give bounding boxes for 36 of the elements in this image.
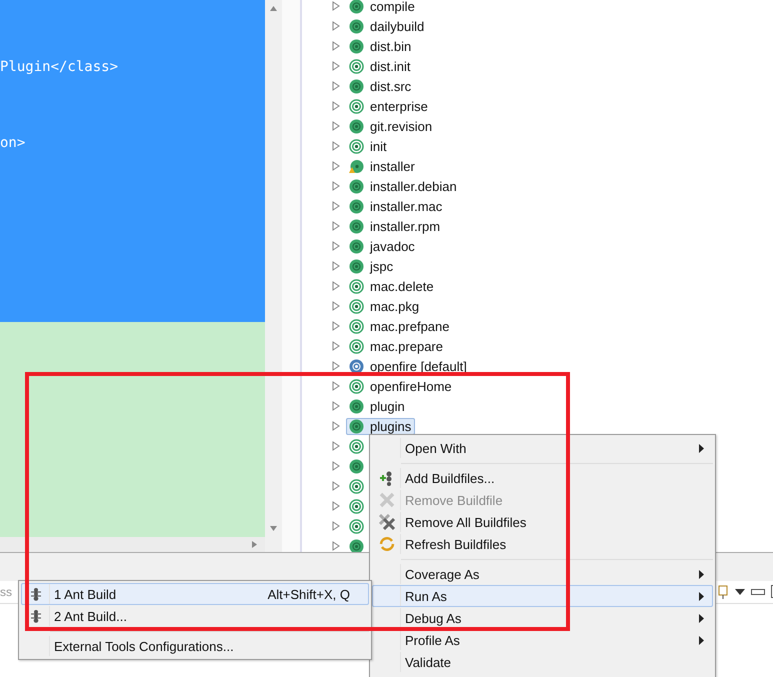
code-line: on> (0, 134, 26, 153)
tree-node[interactable]: jspc (346, 258, 398, 274)
menu-item[interactable]: Profile As (372, 629, 713, 651)
tree-node[interactable]: init (346, 138, 391, 154)
tree-node[interactable]: installer (346, 158, 419, 174)
tree-node[interactable]: mac.prepare (346, 338, 447, 354)
code-line: Plugin</class> (0, 58, 120, 77)
menu-item[interactable]: Coverage As (372, 563, 713, 585)
tree-node[interactable]: git.revision (346, 118, 436, 134)
menu-item[interactable]: External Tools Configurations... (21, 635, 369, 657)
tree-node[interactable]: mac.prefpane (346, 318, 454, 334)
menu-item[interactable]: Refresh Buildfiles (372, 533, 713, 555)
menu-item[interactable]: 2 Ant Build... (21, 605, 369, 627)
menu-item[interactable]: Open With (372, 437, 713, 459)
tree-node[interactable]: installer.debian (346, 178, 461, 194)
tree-node[interactable]: compile (346, 0, 419, 14)
menu-item[interactable]: Remove All Buildfiles (372, 511, 713, 533)
tree-node[interactable]: dist.src (346, 78, 416, 94)
tree-node[interactable]: mac.delete (346, 278, 438, 294)
menu-item[interactable]: Run As (372, 585, 713, 607)
tree-node[interactable]: plugin (346, 398, 409, 414)
tree-node[interactable]: javadoc (346, 238, 419, 254)
tree-node[interactable]: installer.rpm (346, 218, 444, 234)
tree-node[interactable]: mac.pkg (346, 298, 424, 314)
menu-item[interactable]: Add Buildfiles... (372, 467, 713, 489)
tree-node[interactable]: openfire [default] (346, 358, 471, 374)
tree-node[interactable]: installer.mac (346, 198, 446, 214)
menu-item[interactable]: 1 Ant Build Alt+Shift+X, Q (21, 583, 369, 605)
tree-node[interactable]: dist.init (346, 58, 414, 74)
tree-node[interactable]: dist.bin (346, 38, 416, 54)
tree-node[interactable]: plugins (346, 418, 416, 434)
menu-item[interactable]: Validate (372, 651, 713, 673)
tree-node[interactable]: enterprise (346, 98, 432, 114)
tree-node[interactable]: dailybuild (346, 18, 428, 34)
tree-node[interactable]: openfireHome (346, 378, 456, 394)
menu-item[interactable]: Debug As (372, 607, 713, 629)
